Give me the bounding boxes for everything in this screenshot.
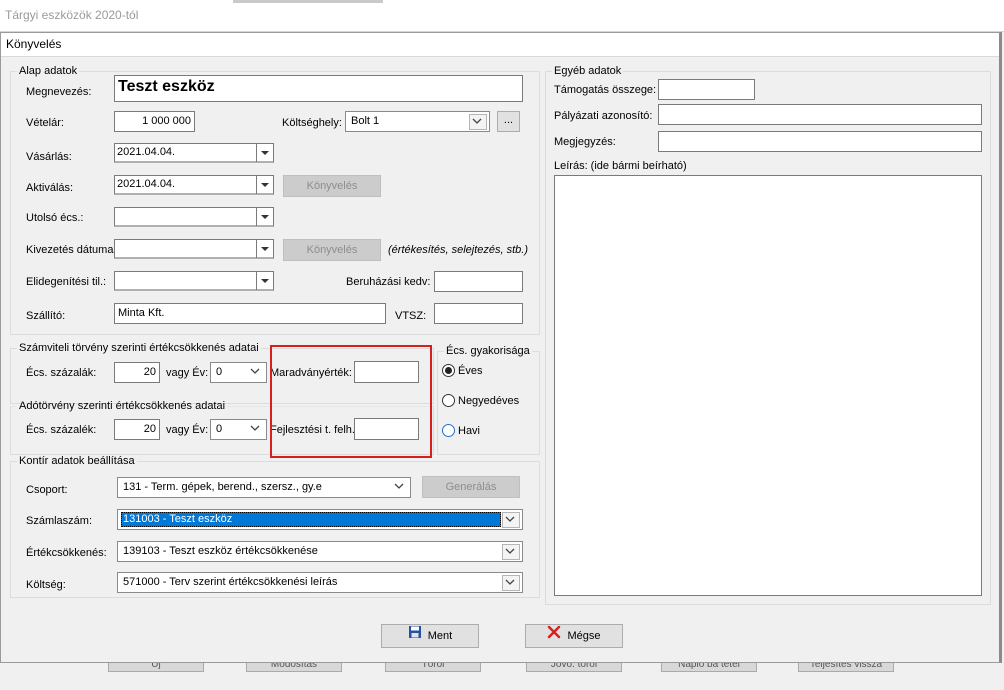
koltseghely-label: Költséghely: [282,117,342,129]
szamviteli-ecs-label: Écs. százalák: [26,367,97,379]
koltseghely-value: Bolt 1 [351,115,380,127]
save-icon [408,625,422,647]
szamviteli-ecs-input[interactable]: 20 [114,362,160,383]
megjegyzes-label: Megjegyzés: [554,136,616,148]
radio-negyedeves-label: Negyedéves [458,395,520,407]
generalas-button[interactable]: Generálás [422,476,520,498]
koltseghely-select[interactable]: Bolt 1 [345,111,490,132]
ado-ecs-input[interactable]: 20 [114,419,160,440]
ertekcsokkenes-value: 139103 - Teszt eszköz értékcsökkenése [123,545,318,557]
vasarlas-date[interactable]: 2021.04.04. [114,143,274,163]
dialog-title: Könyvelés [6,37,62,51]
megse-label: Mégse [567,630,601,642]
ertekcsokkenes-label: Értékcsökkenés: [26,547,107,559]
dialog-header: Könyvelés [1,33,999,57]
calendar-dropdown-icon[interactable] [256,144,273,162]
kivezetes-date[interactable] [114,239,274,259]
chevron-down-icon[interactable] [392,480,408,494]
utolso-ecs-label: Utolsó écs.: [26,212,84,224]
calendar-dropdown-icon[interactable] [256,208,273,226]
szallito-input[interactable]: Minta Kft. [114,303,386,324]
chevron-down-icon[interactable] [248,365,264,379]
koltseg-select[interactable]: 571000 - Terv szerint értékcsökkenési le… [117,572,523,593]
szamlaszam-label: Számlaszám: [26,515,93,527]
vetelar-input[interactable]: 1 000 000 [114,111,195,132]
palyazati-label: Pályázati azonosító: [554,110,653,122]
main-window-title: Tárgyi eszközök 2020-tól [5,8,139,22]
beruhazasi-input[interactable] [434,271,523,292]
radio-negyedeves[interactable] [442,394,455,407]
szamlaszam-select[interactable]: 131003 - Teszt eszköz [117,509,523,530]
ment-button[interactable]: Ment [381,624,479,648]
ado-ev-value: 0 [216,423,223,435]
calendar-dropdown-icon[interactable] [256,240,273,258]
chevron-down-icon[interactable] [469,114,487,130]
vetelar-label: Vételár: [26,117,64,129]
vtsz-input[interactable] [434,303,523,324]
highlight-frame [270,345,432,458]
close-icon [547,625,561,647]
szamviteli-ev-select[interactable]: 0 [210,362,267,383]
radio-eves[interactable] [442,364,455,377]
ado-ev-select[interactable]: 0 [210,419,267,440]
tamogatas-label: Támogatás összege: [554,84,657,96]
chevron-down-icon[interactable] [502,544,520,560]
gyakorisag-legend: Écs. gyakorisága [446,345,530,357]
vtsz-label: VTSZ: [395,310,427,322]
alap-adatok-group: Alap adatok [10,65,540,335]
szamlaszam-value: 131003 - Teszt eszköz [123,513,233,525]
tamogatas-input[interactable] [658,79,755,100]
chevron-down-icon[interactable] [502,575,520,591]
radio-havi-label: Havi [458,425,481,437]
vasarlas-label: Vásárlás: [26,151,72,163]
alap-adatok-legend: Alap adatok [19,65,78,77]
kivezetes-label: Kivezetés dátuma: [26,244,117,256]
elidegenitesi-label: Elidegenítési til.: [26,276,107,288]
konyveles-aktivalas-button[interactable]: Könyvelés [283,175,381,197]
beruhazasi-label: Beruházási kedv: [346,276,431,288]
calendar-dropdown-icon[interactable] [256,176,273,194]
kontir-legend: Kontír adatok beállítása [19,455,135,467]
megse-button[interactable]: Mégse [525,624,623,648]
radio-eves-label: Éves [458,365,483,377]
ertekcsokkenes-select[interactable]: 139103 - Teszt eszköz értékcsökkenése [117,541,523,562]
aktivalas-date[interactable]: 2021.04.04. [114,175,274,195]
megnevezes-input[interactable]: Teszt eszköz [114,75,523,102]
csoport-select[interactable]: 131 - Term. gépek, berend., szersz., gy.… [117,477,411,498]
kivezetes-note: (értékesítés, selejtezés, stb.) [388,244,528,256]
koltseghely-browse-button[interactable]: ... [497,111,520,132]
elidegenitesi-date[interactable] [114,271,274,291]
szallito-label: Szállító: [26,310,66,322]
titlebar-tab-strip [233,0,383,3]
koltseg-label: Költség: [26,579,66,591]
vasarlas-value: 2021.04.04. [117,146,176,158]
koltseg-value: 571000 - Terv szerint értékcsökkenési le… [123,576,338,588]
csoport-label: Csoport: [26,484,68,496]
ado-ecs-label: Écs. százalék: [26,424,97,436]
radio-havi[interactable] [442,424,455,437]
megjegyzes-input[interactable] [658,131,982,152]
aktivalas-value: 2021.04.04. [117,178,176,190]
szamviteli-legend: Számviteli törvény szerinti értékcsökken… [19,342,259,354]
konyveles-kivezetes-button[interactable]: Könyvelés [283,239,381,261]
egyeb-adatok-legend: Egyéb adatok [554,65,622,77]
main-window-titlebar: Tárgyi eszközök 2020-tól [0,0,1004,32]
calendar-dropdown-icon[interactable] [256,272,273,290]
ado-legend: Adótörvény szerinti értékcsökkenés adata… [19,400,226,412]
megnevezes-label: Megnevezés: [26,86,92,98]
palyazati-input[interactable] [658,104,982,125]
chevron-down-icon[interactable] [502,512,520,528]
chevron-down-icon[interactable] [248,422,264,436]
ment-label: Ment [427,630,453,642]
szamviteli-ev-value: 0 [216,366,223,378]
aktivalas-label: Aktiválás: [26,182,74,194]
leiras-textarea[interactable] [554,175,982,596]
csoport-value: 131 - Term. gépek, berend., szersz., gy.… [123,481,322,493]
szamviteli-vagy-ev-label: vagy Év: [166,367,209,379]
leiras-label: Leírás: (ide bármi beírható) [554,160,687,172]
ado-vagy-ev-label: vagy Év: [166,424,209,436]
utolso-ecs-date[interactable] [114,207,274,227]
